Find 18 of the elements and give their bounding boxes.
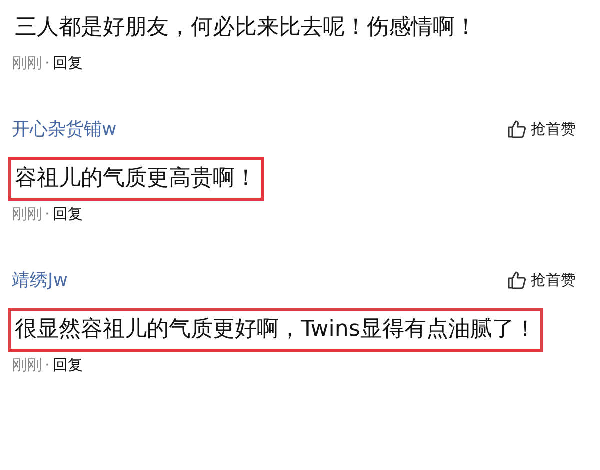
author-name[interactable]: 靖绣Jw [12,268,68,292]
separator-dot: · [45,54,50,72]
thumbs-up-icon [507,119,527,139]
timestamp: 刚刚 [12,54,42,72]
timestamp: 刚刚 [12,205,42,223]
like-button[interactable]: 抢首赞 [507,270,576,290]
separator-dot: · [45,205,50,223]
reply-link[interactable]: 回复 [52,54,83,72]
thumbs-up-icon [507,270,527,290]
like-button[interactable]: 抢首赞 [507,119,576,139]
separator-dot: · [45,356,50,374]
reply-link[interactable]: 回复 [52,356,83,374]
author-name[interactable]: 开心杂货铺w [12,117,117,141]
comment-text: 很显然容祖儿的气质更好啊，Twins显得有点油腻了！ [8,308,544,352]
timestamp: 刚刚 [12,356,42,374]
comment-text: 三人都是好朋友，何必比来比去呢！伤感情啊！ [14,14,478,42]
comment-text: 容祖儿的气质更高贵啊！ [8,157,264,201]
reply-link[interactable]: 回复 [52,205,83,223]
